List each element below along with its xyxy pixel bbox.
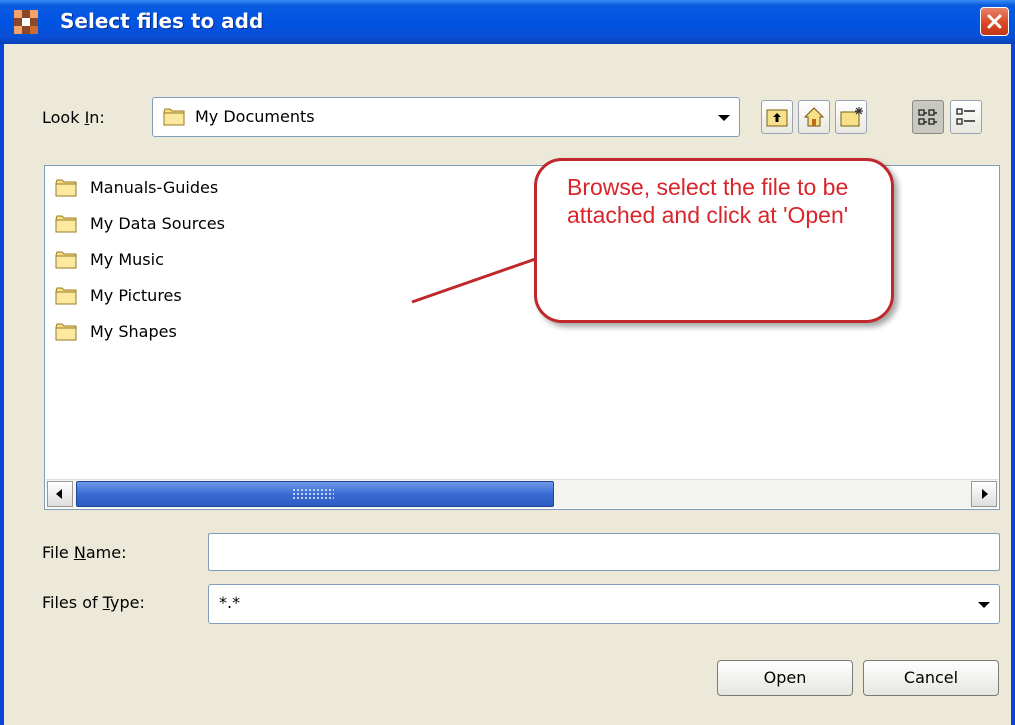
file-name: My Shapes: [90, 322, 177, 341]
look-in-combo[interactable]: My Documents: [152, 97, 740, 137]
window-title: Select files to add: [60, 9, 264, 33]
details-view-button[interactable]: [950, 100, 982, 134]
list-view-button[interactable]: [912, 100, 944, 134]
file-name: Manuals-Guides: [90, 178, 219, 197]
folder-icon: [163, 108, 185, 130]
home-button[interactable]: [798, 100, 830, 134]
folder-icon: [55, 251, 77, 273]
scroll-thumb[interactable]: [76, 481, 554, 507]
file-chooser-dialog: Select files to add Look In: My Document…: [0, 0, 1015, 725]
scroll-grip: [292, 488, 334, 501]
open-button[interactable]: Open: [717, 660, 853, 696]
new-folder-button[interactable]: [835, 100, 867, 134]
file-type-combo[interactable]: *.*: [208, 584, 1000, 624]
close-button[interactable]: [980, 7, 1009, 36]
folder-icon: [55, 179, 77, 201]
file-name: My Data Sources: [90, 214, 225, 233]
horizontal-scrollbar[interactable]: [46, 479, 998, 508]
folder-icon: [55, 287, 77, 309]
up-folder-button[interactable]: [761, 100, 793, 134]
look-in-label: Look In:: [42, 108, 105, 127]
scroll-left-button[interactable]: [47, 481, 73, 507]
look-in-value: My Documents: [195, 107, 315, 126]
folder-icon: [55, 215, 77, 237]
file-name: My Pictures: [90, 286, 182, 305]
app-icon: [14, 10, 38, 34]
title-bar[interactable]: Select files to add: [0, 0, 1015, 44]
callout-annotation: Browse, select the file to be attached a…: [534, 158, 894, 323]
file-name-input[interactable]: [208, 533, 1000, 571]
chevron-down-icon[interactable]: [709, 98, 739, 136]
scroll-right-button[interactable]: [971, 481, 997, 507]
file-name-label: File Name:: [42, 543, 127, 562]
callout-text: Browse, select the file to be attached a…: [567, 174, 849, 228]
chevron-right-icon: [972, 489, 996, 510]
chevron-down-icon[interactable]: [969, 585, 999, 623]
folder-icon: [55, 323, 77, 345]
file-name: My Music: [90, 250, 164, 269]
file-type-label: Files of Type:: [42, 593, 145, 612]
file-type-value: *.*: [219, 593, 241, 612]
chevron-left-icon: [48, 489, 72, 510]
cancel-button[interactable]: Cancel: [863, 660, 999, 696]
